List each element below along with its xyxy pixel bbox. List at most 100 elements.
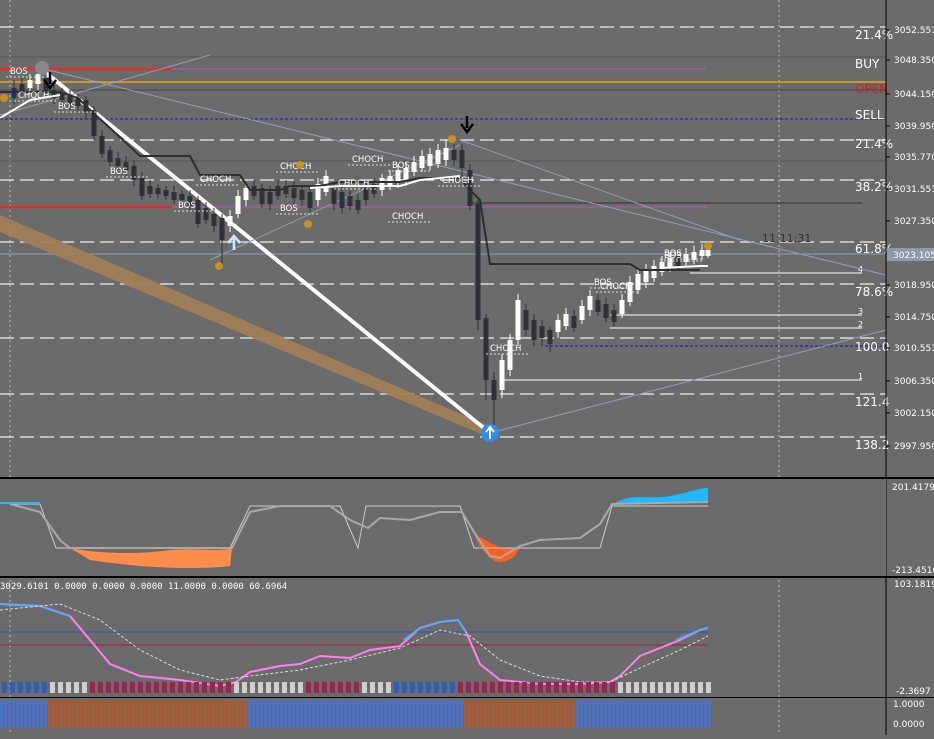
trend-histogram-bar: [340, 700, 343, 728]
rsi-histogram-bar: [42, 682, 47, 693]
fib-label: OPEN: [855, 82, 888, 96]
trend-histogram-bar: [656, 700, 659, 728]
tp-label: 3: [858, 307, 863, 316]
candle-body: [147, 186, 153, 194]
rsi-histogram-bar: [482, 682, 487, 693]
candle-body: [619, 300, 625, 314]
trend-histogram-bar: [72, 700, 75, 728]
trend-histogram-bar: [112, 700, 115, 728]
trend-histogram-bar: [348, 700, 351, 728]
panel-separator-3[interactable]: [0, 697, 934, 698]
trend-histogram-bar: [224, 700, 227, 728]
trend-histogram-bar: [540, 700, 543, 728]
candle-body: [291, 188, 297, 198]
trend-histogram-bar: [620, 700, 623, 728]
trend-histogram-bar: [272, 700, 275, 728]
candle-body: [363, 188, 369, 200]
trend-histogram-bar: [532, 700, 535, 728]
candle-body: [267, 192, 273, 204]
pivot-dot-icon: [448, 135, 456, 143]
candle-body: [35, 74, 41, 84]
trend-histogram-panel[interactable]: [0, 700, 711, 728]
trend-histogram-bar: [188, 700, 191, 728]
structure-label: CHOCH: [200, 175, 231, 185]
trend-histogram-bar: [56, 700, 59, 728]
candle-body: [705, 250, 711, 256]
trend-histogram-bar: [152, 700, 155, 728]
trend-histogram-bar: [580, 700, 583, 728]
candle-body: [307, 192, 313, 208]
trend-histogram-bar: [648, 700, 651, 728]
trend-histogram-bar: [120, 700, 123, 728]
candle-body: [227, 216, 233, 226]
rsi-histogram-bar: [386, 682, 391, 693]
trend-histogram-bar: [392, 700, 395, 728]
trend-histogram-bar: [692, 700, 695, 728]
trend-histogram-bar: [356, 700, 359, 728]
candle-body: [515, 300, 521, 340]
candle-body: [339, 192, 345, 208]
candle-body: [443, 148, 449, 160]
trend-histogram-bar: [168, 700, 171, 728]
panel-separator-2[interactable]: [0, 576, 934, 578]
candle-body: [131, 166, 137, 180]
pivot-dot-icon: [215, 262, 223, 270]
fib-label: 138.2: [855, 438, 889, 452]
rsi-histogram-bar: [122, 682, 127, 693]
oscillator-panel[interactable]: [0, 479, 886, 576]
trend-histogram-bar: [560, 700, 563, 728]
rsi-blue-segment-2: [403, 618, 467, 641]
price-axis-label: 3039.950: [894, 122, 934, 132]
trend-histogram-bar: [164, 700, 167, 728]
price-axis[interactable]: 3052.551 3048.350 3044.150 3039.950 3035.770…: [885, 0, 934, 735]
trend-histogram-bar: [528, 700, 531, 728]
trend-histogram-bar: [324, 700, 327, 728]
trend-histogram-bar: [248, 700, 251, 728]
rsi-histogram-bar: [450, 682, 455, 693]
main-price-panel[interactable]: [0, 0, 886, 477]
trend-histogram-bar: [488, 700, 491, 728]
trend-histogram-bar: [668, 700, 671, 728]
rsi-histogram-bar: [266, 682, 271, 693]
structure-label: CHOCH: [338, 179, 369, 189]
rsi-panel[interactable]: [0, 603, 711, 693]
rsi-histogram-bar: [18, 682, 23, 693]
rsi-readout: 3029.6101 0.0000 0.0000 0.0000 11.0000 0…: [0, 582, 287, 592]
trend-histogram-bar: [700, 700, 703, 728]
rsi-histogram-bar: [474, 682, 479, 693]
trend-histogram-bar: [196, 700, 199, 728]
structure-label: BOS: [10, 67, 28, 77]
trend-histogram-bar: [408, 700, 411, 728]
trend-histogram-bar: [212, 700, 215, 728]
trend-histogram-bar: [412, 700, 415, 728]
chart-canvas[interactable]: 4321 BOSCHOCHBOSBOSCHOCHBOSCHOCHBOSCHOCH…: [0, 0, 934, 735]
trend-histogram-bar: [564, 700, 567, 728]
trend-histogram-bar: [284, 700, 287, 728]
trend-histogram-bar: [76, 700, 79, 728]
candle-body: [395, 170, 401, 182]
trend-histogram-bar: [680, 700, 683, 728]
trend-histogram-bar: [544, 700, 547, 728]
rsi-histogram-bar: [162, 682, 167, 693]
candle-body: [579, 306, 585, 320]
panel-separator-1[interactable]: [0, 477, 934, 479]
trend-histogram-bar: [104, 700, 107, 728]
trend-histogram-bar: [108, 700, 111, 728]
trend-histogram-bar: [644, 700, 647, 728]
trend-histogram-bar: [200, 700, 203, 728]
trend-histogram-bar: [128, 700, 131, 728]
trend-histogram-bar: [616, 700, 619, 728]
rsi-histogram-bar: [586, 682, 591, 693]
trend-histogram-bar: [576, 700, 579, 728]
trend-histogram-bar: [316, 700, 319, 728]
trend-histogram-bar: [252, 700, 255, 728]
rsi-histogram-bar: [82, 682, 87, 693]
rsi-histogram-bar: [10, 682, 15, 693]
candle-body: [171, 192, 177, 200]
trend-histogram-bar: [684, 700, 687, 728]
rsi-histogram-bar: [130, 682, 135, 693]
fib-label: 121.4: [855, 395, 889, 409]
pivot-dot-icon: [0, 94, 8, 102]
trend-histogram-bar: [592, 700, 595, 728]
candle-body: [451, 150, 457, 160]
